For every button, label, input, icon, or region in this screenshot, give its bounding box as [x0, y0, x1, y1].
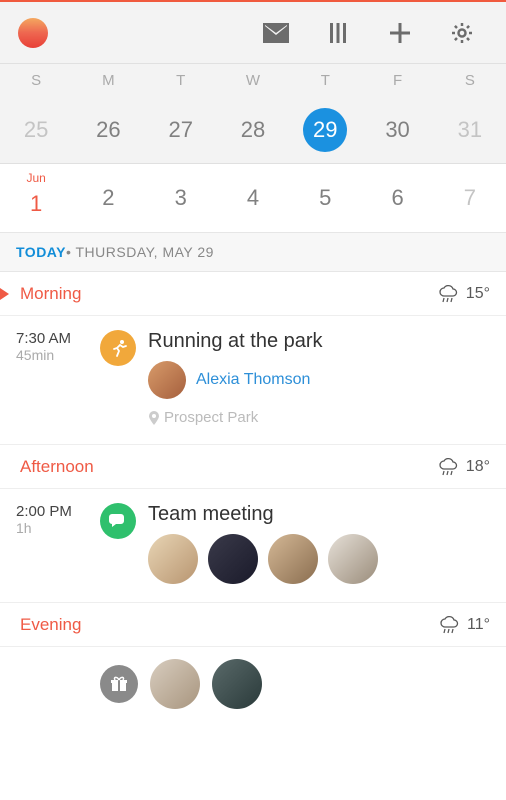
weekday: F	[361, 72, 433, 89]
avatar	[148, 361, 186, 399]
section-afternoon: Afternoon 18°	[0, 445, 506, 489]
gear-icon[interactable]	[436, 7, 488, 59]
weekday: S	[0, 72, 72, 89]
section-label: Afternoon	[20, 457, 94, 477]
weekday: T	[145, 72, 217, 89]
today-label: TODAY	[16, 244, 66, 260]
event-time: 7:30 AM	[16, 330, 88, 347]
weekday: S	[434, 72, 506, 89]
calendar-day[interactable]: 25	[0, 96, 72, 163]
running-icon	[100, 330, 136, 366]
gift-icon	[100, 665, 138, 703]
chat-icon	[100, 503, 136, 539]
weather-rain-icon	[439, 616, 459, 634]
event-item[interactable]: 7:30 AM 45min Running at the park Alexia…	[0, 316, 506, 445]
calendar-day[interactable]: 27	[145, 96, 217, 163]
weather-rain-icon	[438, 285, 458, 303]
pin-icon	[148, 411, 160, 425]
avatar	[148, 534, 198, 584]
calendar-day[interactable]: 31	[434, 96, 506, 163]
section-label: Evening	[20, 615, 81, 635]
event-duration: 1h	[16, 520, 88, 536]
calendar-day-selected[interactable]: 29	[289, 96, 361, 163]
weather: 15°	[438, 285, 490, 303]
mail-icon[interactable]	[250, 7, 302, 59]
calendar-day[interactable]: 28	[217, 96, 289, 163]
avatar	[328, 534, 378, 584]
weekday-header: S M T W T F S	[0, 64, 506, 96]
calendar-row: Jun1 2 3 4 5 6 7	[0, 164, 506, 232]
avatar	[208, 534, 258, 584]
avatar	[212, 659, 262, 709]
calendar-day[interactable]: 2	[72, 164, 144, 232]
date-text: • THURSDAY, MAY 29	[66, 244, 214, 260]
event-time: 2:00 PM	[16, 503, 88, 520]
weekday: M	[72, 72, 144, 89]
section-evening: Evening 11°	[0, 603, 506, 647]
weather-rain-icon	[438, 458, 458, 476]
section-morning: Morning 15°	[0, 272, 506, 316]
event-title: Team meeting	[148, 503, 490, 526]
event-location: Prospect Park	[148, 409, 490, 426]
weather: 11°	[439, 616, 490, 634]
list-icon[interactable]	[312, 7, 364, 59]
section-label: Morning	[20, 284, 81, 304]
attendee-name[interactable]: Alexia Thomson	[196, 371, 310, 389]
calendar-day[interactable]: 3	[145, 164, 217, 232]
weekday: W	[217, 72, 289, 89]
calendar-day[interactable]: 6	[361, 164, 433, 232]
date-header: TODAY • THURSDAY, MAY 29	[0, 232, 506, 272]
calendar-day[interactable]: 7	[434, 164, 506, 232]
weekday: T	[289, 72, 361, 89]
avatar	[268, 534, 318, 584]
calendar-day[interactable]: 5	[289, 164, 361, 232]
add-icon[interactable]	[374, 7, 426, 59]
app-logo[interactable]	[18, 18, 48, 48]
calendar-row: 25 26 27 28 29 30 31	[0, 96, 506, 164]
event-title: Running at the park	[148, 330, 490, 353]
calendar-day[interactable]: 26	[72, 96, 144, 163]
event-duration: 45min	[16, 347, 88, 363]
temperature: 18°	[466, 458, 490, 476]
calendar-day[interactable]: Jun1	[0, 164, 72, 232]
temperature: 11°	[467, 616, 490, 634]
calendar-day[interactable]: 4	[217, 164, 289, 232]
now-marker-icon	[0, 288, 9, 300]
temperature: 15°	[466, 285, 490, 303]
event-item[interactable]: 2:00 PM 1h Team meeting	[0, 489, 506, 603]
event-item[interactable]	[0, 647, 506, 721]
attendee-avatars	[148, 534, 490, 584]
calendar-day[interactable]: 30	[361, 96, 433, 163]
toolbar	[0, 2, 506, 64]
weather: 18°	[438, 458, 490, 476]
avatar	[150, 659, 200, 709]
